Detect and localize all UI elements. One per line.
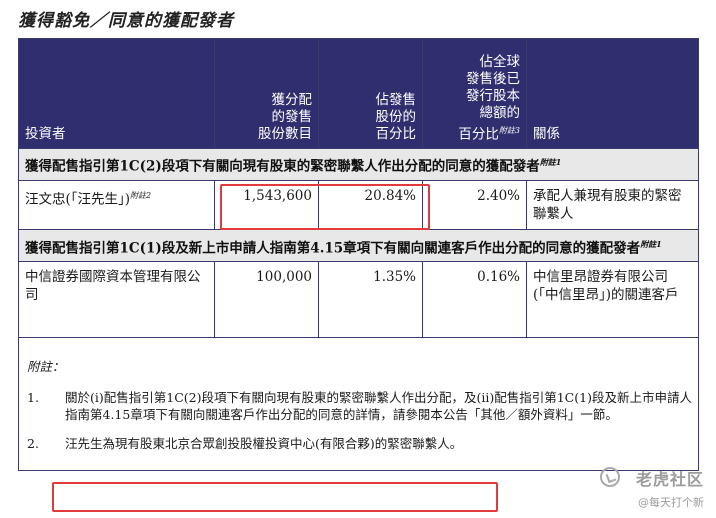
relation-cell: 中信里昂證券有限公司(「中信里昂」)的關連客戶	[526, 261, 699, 338]
note-number: 2.	[27, 436, 39, 451]
header-investor: 投資者	[18, 38, 215, 149]
investor-cell: 汪文忠(「汪先生」)附註2	[18, 179, 215, 230]
pct-offer-cell: 1.35%	[318, 261, 423, 338]
pct-offer-cell: 20.84%	[318, 179, 423, 230]
shares-cell: 100,000	[214, 261, 319, 338]
watermark-brand: 老虎社区	[635, 470, 704, 489]
note-item: 2. 汪先生為現有股東北京合眾創投股權投資中心(有限合夥)的緊密聯繫人。	[27, 435, 692, 452]
pct-total-cell: 0.16%	[422, 261, 527, 338]
watermark-handle: @每天打个新	[638, 496, 704, 509]
investor-cell: 中信證券國際資本管理有限公司	[18, 261, 215, 338]
header-pct-offer: 佔發售 股份的 百分比	[318, 38, 423, 149]
note-text: 關於(i)配售指引第1C(2)段項下有關向現有股東的緊密聯繫人作出分配，及(ii…	[65, 390, 692, 422]
notes-cell: 附註： 1. 關於(i)配售指引第1C(2)段項下有關向現有股東的緊密聯繫人作出…	[18, 337, 699, 471]
relation-cell: 承配人兼現有股東的緊密聯繫人	[526, 179, 699, 230]
page-title: 獲得豁免／同意的獲配發者	[18, 11, 234, 31]
note-number: 1.	[27, 390, 39, 405]
table-row: 中信證券國際資本管理有限公司 100,000 1.35% 0.16% 中信里昂證…	[18, 261, 699, 338]
allottees-table: 投資者 獲分配 的發售 股份數目 佔發售 股份的 百分比 佔全球 發售後已 發行股本 總額的百…	[18, 38, 699, 471]
header-pct-total: 佔全球 發售後已 發行股本 總額的 百分比附註3	[422, 38, 527, 149]
note-text: 汪先生為現有股東北京合眾創投股權投資中心(有限合夥)的緊密聯繫人。	[65, 436, 463, 451]
notes-heading: 附註：	[27, 359, 65, 374]
header-shares: 獲分配 的發售 股份數目	[214, 38, 319, 149]
note-item: 1. 關於(i)配售指引第1C(2)段項下有關向現有股東的緊密聯繫人作出分配，及…	[27, 389, 692, 423]
shares-cell: 1,543,600	[214, 179, 319, 230]
header-pct-total-note: 附註3	[498, 125, 520, 135]
section-heading: 獲得配售指引第1C(1)段及新上市申請人指南第4.15章項下有關向關連客戶作出分…	[18, 228, 699, 262]
section-heading: 獲得配售指引第1C(2)段項下有關向現有股東的緊密聯繫人作出分配的同意的獲配發者…	[18, 148, 699, 181]
highlight-box-note	[52, 482, 498, 512]
table-row: 汪文忠(「汪先生」)附註2 1,543,600 20.84% 2.40% 承配人…	[18, 179, 699, 230]
table-header-row: 投資者 獲分配 的發售 股份數目 佔發售 股份的 百分比 佔全球 發售後已 發行股本 總額的百…	[18, 38, 699, 149]
section-heading-row: 獲得配售指引第1C(2)段項下有關向現有股東的緊密聯繫人作出分配的同意的獲配發者…	[18, 148, 699, 181]
header-relation: 關係	[526, 38, 699, 149]
section-heading-row: 獲得配售指引第1C(1)段及新上市申請人指南第4.15章項下有關向關連客戶作出分…	[18, 228, 699, 262]
notes-row: 附註： 1. 關於(i)配售指引第1C(2)段項下有關向現有股東的緊密聯繫人作出…	[18, 337, 699, 471]
pct-total-cell: 2.40%	[422, 179, 527, 230]
tiger-logo-icon	[600, 467, 620, 487]
